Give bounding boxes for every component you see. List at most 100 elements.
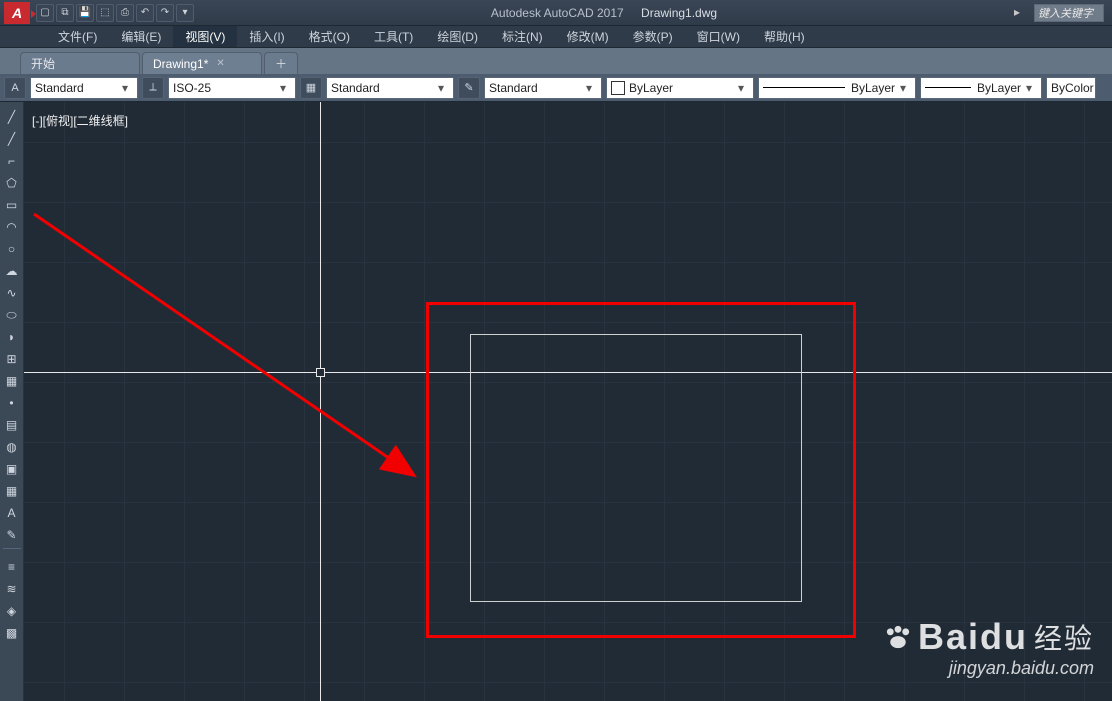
qat-new-icon[interactable]: ▢ [36,4,54,22]
toolbar-divider [3,548,21,554]
layer-combo[interactable]: ByLayer ▾ [606,77,754,99]
menu-file[interactable]: 文件(F) [46,26,109,47]
polygon-tool[interactable]: ⬠ [3,174,21,192]
crosshair-vertical [320,102,321,701]
chevron-down-icon: ▾ [1021,81,1037,95]
mleader-style-value: Standard [489,81,538,95]
watermark-url: jingyan.baidu.com [884,658,1094,679]
styles-toolbar: A Standard ▾ ⟂ ISO-25 ▾ ▦ Standard ▾ ✎ S… [0,74,1112,102]
menu-edit[interactable]: 编辑(E) [109,26,173,47]
lineweight-combo[interactable]: ByLayer ▾ [920,77,1042,99]
draw-toolbar: ╱ ╱ ⌐ ⬠ ▭ ◠ ○ ☁ ∿ ⬭ ◗ ⊞ ▦ • ▤ ◍ ▣ ▦ A ✎ ≡ ≋ ◈ ▩ [0,102,24,701]
spline-tool[interactable]: ∿ [3,284,21,302]
qat-redo-icon[interactable]: ↷ [156,4,174,22]
text-style-icon[interactable]: A [4,77,26,99]
xline-tool[interactable]: ╱ [3,130,21,148]
tab-drawing1[interactable]: Drawing1* ✕ [142,52,262,74]
watermark: Baidu 经验 jingyan.baidu.com [884,616,1094,679]
watermark-cn: 经验 [1034,617,1094,657]
chevron-down-icon: ▾ [581,81,597,95]
region-tool[interactable]: ▣ [3,460,21,478]
qat-open-icon[interactable]: ⧉ [56,4,74,22]
document-tabs: 开始 Drawing1* ✕ ＋ [0,48,1112,74]
menu-window[interactable]: 窗口(W) [685,26,752,47]
plotstyle-combo[interactable]: ByColor [1046,77,1096,99]
inquiry-tool[interactable]: ≋ [3,580,21,598]
chevron-down-icon: ▾ [117,81,133,95]
menu-bar: 文件(F) 编辑(E) 视图(V) 插入(I) 格式(O) 工具(T) 绘图(D… [0,26,1112,48]
linetype-swatch [763,87,845,88]
ellipsearc-tool[interactable]: ◗ [3,328,21,346]
block-tool[interactable]: ▦ [3,372,21,390]
lineweight-swatch [925,87,971,88]
dim-style-icon[interactable]: ⟂ [142,77,164,99]
hatch-tool[interactable]: ▤ [3,416,21,434]
dim-style-combo[interactable]: ISO-25 ▾ [168,77,296,99]
point-tool[interactable]: • [3,394,21,412]
tab-label: Drawing1* [153,57,208,71]
paw-icon [884,616,912,658]
menu-insert[interactable]: 插入(I) [237,26,296,47]
qat-undo-icon[interactable]: ↶ [136,4,154,22]
linetype-value: ByLayer [851,81,895,95]
text-style-combo[interactable]: Standard ▾ [30,77,138,99]
annotation-highlight-box [426,302,856,638]
plotstyle-value: ByColor [1051,81,1094,95]
qat-print-icon[interactable]: ⎙ [116,4,134,22]
ellipse-tool[interactable]: ⬭ [3,306,21,324]
qat-save-icon[interactable]: 💾 [76,4,94,22]
menu-draw[interactable]: 绘图(D) [425,26,490,47]
viewport-label[interactable]: [-][俯视][二维线框] [32,112,128,129]
chevron-down-icon: ▾ [275,81,291,95]
tab-start[interactable]: 开始 [20,52,140,74]
table-tool[interactable]: ▦ [3,482,21,500]
watermark-brand: Baidu [918,616,1028,658]
circle-tool[interactable]: ○ [3,240,21,258]
quick-access-toolbar: ▢ ⧉ 💾 ⬚ ⎙ ↶ ↷ ▾ [36,4,194,22]
menu-parametric[interactable]: 参数(P) [621,26,685,47]
tab-label: 开始 [31,55,55,72]
menu-help[interactable]: 帮助(H) [752,26,817,47]
mleader-style-icon[interactable]: ✎ [458,77,480,99]
revcloud-tool[interactable]: ☁ [3,262,21,280]
layer-swatch [611,81,625,95]
table-style-value: Standard [331,81,380,95]
linetype-combo[interactable]: ByLayer ▾ [758,77,916,99]
menu-dimension[interactable]: 标注(N) [490,26,555,47]
qat-more-icon[interactable]: ▾ [176,4,194,22]
qat-saveas-icon[interactable]: ⬚ [96,4,114,22]
gradient-tool[interactable]: ◍ [3,438,21,456]
title-bar: A ▢ ⧉ 💾 ⬚ ⎙ ↶ ↷ ▾ Autodesk AutoCAD 2017 … [0,0,1112,26]
drawing-canvas[interactable]: [-][俯视][二维线框] Baidu 经验 jingyan.baidu.com [24,102,1112,701]
text-style-value: Standard [35,81,84,95]
table-style-combo[interactable]: Standard ▾ [326,77,454,99]
search-input[interactable]: 键入关键字 [1034,4,1104,22]
app-menu-button[interactable]: A [4,2,30,24]
text-tool[interactable]: A [3,504,21,522]
addsel-tool[interactable]: ✎ [3,526,21,544]
chevron-down-icon: ▾ [433,81,449,95]
infocenter-icon[interactable]: ▸ [1014,5,1030,21]
layer-value: ByLayer [629,81,673,95]
menu-format[interactable]: 格式(O) [297,26,362,47]
rectangle-tool[interactable]: ▭ [3,196,21,214]
close-tab-icon[interactable]: ✕ [216,58,224,69]
measure-tool[interactable]: ≡ [3,558,21,576]
menu-view[interactable]: 视图(V) [173,26,237,47]
new-tab-button[interactable]: ＋ [264,52,298,74]
line-tool[interactable]: ╱ [3,108,21,126]
insert-tool[interactable]: ⊞ [3,350,21,368]
table-style-icon[interactable]: ▦ [300,77,322,99]
menu-tools[interactable]: 工具(T) [362,26,425,47]
chevron-down-icon: ▾ [733,81,749,95]
arc-tool[interactable]: ◠ [3,218,21,236]
polyline-tool[interactable]: ⌐ [3,152,21,170]
chevron-down-icon: ▾ [895,81,911,95]
app-name: Autodesk AutoCAD 2017 [491,6,624,20]
menu-modify[interactable]: 修改(M) [555,26,621,47]
cursor-pickbox [316,368,325,377]
select-tool[interactable]: ▩ [3,624,21,642]
document-name: Drawing1.dwg [641,6,717,20]
mleader-style-combo[interactable]: Standard ▾ [484,77,602,99]
quicksel-tool[interactable]: ◈ [3,602,21,620]
